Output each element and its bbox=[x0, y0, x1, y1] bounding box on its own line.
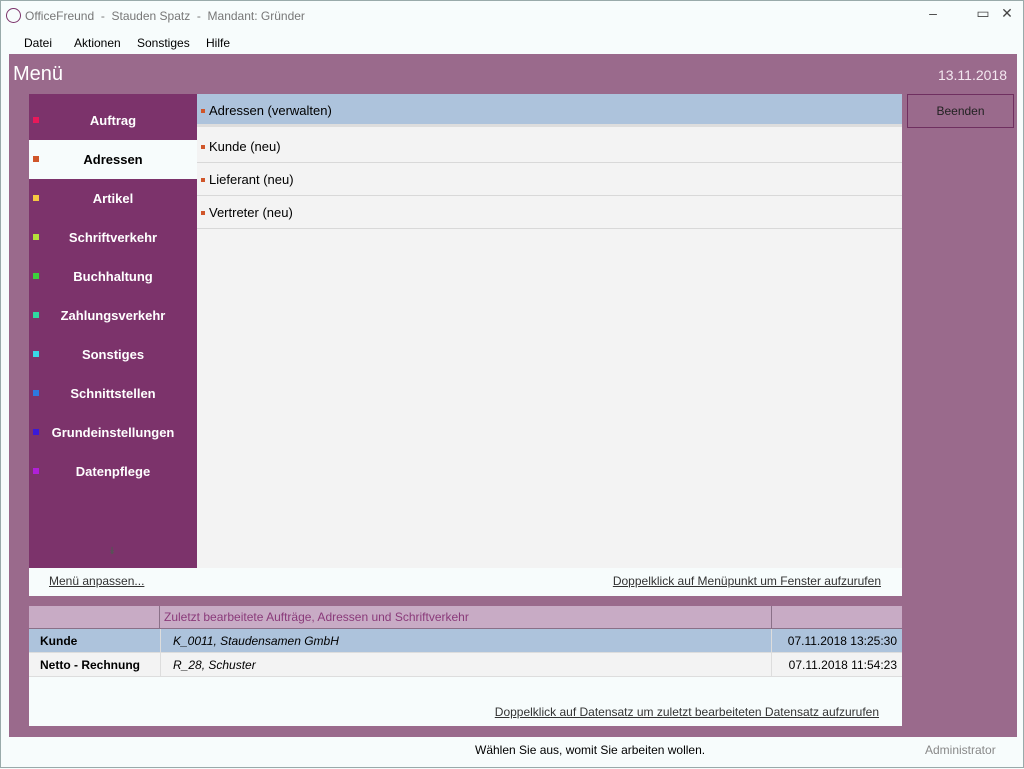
sidebar-item-label: Schriftverkehr bbox=[68, 230, 158, 245]
table-row[interactable]: Netto - Rechnung R_28, Schuster 07.11.2018… bbox=[29, 653, 902, 677]
sidebar-item-sonstiges[interactable]: Sonstiges bbox=[29, 335, 197, 374]
status-message: Wählen Sie aus, womit Sie arbeiten wolle… bbox=[475, 743, 706, 757]
sidebar-item-label: Datenpflege bbox=[75, 464, 151, 479]
sidebar-item-label: Sonstiges bbox=[81, 347, 145, 362]
submenu-list: Adressen (verwalten) Kunde (neu) Lieferant… bbox=[197, 94, 902, 568]
color-marker-icon bbox=[33, 273, 39, 279]
sidebar-item-adressen[interactable]: Adressen bbox=[29, 140, 197, 179]
color-marker-icon bbox=[33, 117, 39, 123]
submenu-item-label: Adressen (verwalten) bbox=[209, 103, 332, 118]
color-marker-icon bbox=[33, 429, 39, 435]
submenu-item[interactable]: Kunde (neu) bbox=[197, 130, 902, 163]
color-marker-icon bbox=[33, 156, 39, 162]
column-header-type bbox=[29, 606, 160, 629]
menu-aktionen[interactable]: Aktionen bbox=[74, 36, 121, 50]
maximize-button[interactable]: ▭ bbox=[973, 5, 993, 22]
cell-record: K_0011, Staudensamen GmbH bbox=[160, 629, 772, 653]
cell-time: 07.11.2018 13:25:30 bbox=[787, 634, 897, 648]
links-bar: Menü anpassen... Doppelklick auf Menüpun… bbox=[29, 568, 902, 596]
submenu-item-label: Kunde (neu) bbox=[209, 139, 281, 154]
submenu-item[interactable]: Adressen (verwalten) bbox=[197, 94, 902, 127]
sidebar-item-schriftverkehr[interactable]: Schriftverkehr bbox=[29, 218, 197, 257]
close-button[interactable]: ✕ bbox=[997, 5, 1017, 22]
bullet-icon bbox=[201, 211, 205, 215]
sidebar-item-buchhaltung[interactable]: Buchhaltung bbox=[29, 257, 197, 296]
color-marker-icon bbox=[33, 390, 39, 396]
sidebar-item-label: Artikel bbox=[92, 191, 134, 206]
submenu-item-label: Lieferant (neu) bbox=[209, 172, 294, 187]
recent-hint-link[interactable]: Doppelklick auf Datensatz um zuletzt bea… bbox=[495, 705, 879, 719]
sidebar-item-label: Auftrag bbox=[89, 113, 137, 128]
sidebar-item-schnittstellen[interactable]: Schnittstellen bbox=[29, 374, 197, 413]
sidebar-item-artikel[interactable]: Artikel bbox=[29, 179, 197, 218]
sidebar-item-zahlungsverkehr[interactable]: Zahlungsverkehr bbox=[29, 296, 197, 335]
color-marker-icon bbox=[33, 351, 39, 357]
color-marker-icon bbox=[33, 312, 39, 318]
menu-sonstiges[interactable]: Sonstiges bbox=[137, 36, 190, 50]
scroll-down-icon[interactable]: ⯯ bbox=[109, 546, 115, 557]
sidebar-item-label: Schnittstellen bbox=[70, 386, 156, 401]
sidebar-item-label: Zahlungsverkehr bbox=[60, 308, 166, 323]
table-row[interactable]: Kunde K_0011, Staudensamen GmbH 07.11.2018… bbox=[29, 629, 902, 653]
sidebar: Auftrag Adressen Artikel Schriftverkehr Buch… bbox=[29, 94, 197, 568]
cell-type: Netto - Rechnung bbox=[40, 658, 140, 672]
submenu-item[interactable]: Vertreter (neu) bbox=[197, 196, 902, 229]
sidebar-item-label: Adressen bbox=[83, 152, 143, 167]
quit-button[interactable]: Beenden bbox=[907, 94, 1014, 128]
app-logo-icon bbox=[6, 8, 21, 23]
bullet-icon bbox=[201, 145, 205, 149]
menu-hint-link[interactable]: Doppelklick auf Menüpunkt um Fenster auf… bbox=[613, 574, 881, 588]
color-marker-icon bbox=[33, 468, 39, 474]
window-title: OfficeFreund - Stauden Spatz - Mandant: … bbox=[25, 9, 305, 23]
column-header-time bbox=[772, 606, 902, 629]
minimize-button[interactable]: – bbox=[923, 5, 943, 21]
status-user: Administrator bbox=[925, 743, 996, 757]
recent-table: Zuletzt bearbeitete Aufträge, Adressen u… bbox=[29, 606, 902, 726]
color-marker-icon bbox=[33, 195, 39, 201]
status-bar: Wählen Sie aus, womit Sie arbeiten wolle… bbox=[1, 737, 1024, 769]
title-bar: OfficeFreund - Stauden Spatz - Mandant: … bbox=[1, 1, 1024, 31]
bullet-icon bbox=[201, 109, 205, 113]
color-marker-icon bbox=[33, 234, 39, 240]
submenu-item-label: Vertreter (neu) bbox=[209, 205, 293, 220]
page-title: Menü bbox=[13, 63, 64, 85]
sidebar-item-datenpflege[interactable]: Datenpflege bbox=[29, 452, 197, 491]
cell-time: 07.11.2018 11:54:23 bbox=[788, 658, 897, 672]
cell-type: Kunde bbox=[40, 634, 78, 648]
menu-hilfe[interactable]: Hilfe bbox=[206, 36, 230, 50]
column-header-record: Zuletzt bearbeitete Aufträge, Adressen u… bbox=[160, 606, 772, 629]
sidebar-item-label: Buchhaltung bbox=[73, 269, 153, 284]
customize-menu-link[interactable]: Menü anpassen... bbox=[49, 574, 144, 588]
sidebar-item-auftrag[interactable]: Auftrag bbox=[29, 101, 197, 140]
sidebar-item-label: Grundeinstellungen bbox=[51, 425, 175, 440]
sidebar-item-grundeinstellungen[interactable]: Grundeinstellungen bbox=[29, 413, 197, 452]
cell-record: R_28, Schuster bbox=[160, 653, 772, 677]
menu-datei[interactable]: Datei bbox=[24, 36, 52, 50]
current-date: 13.11.2018 bbox=[937, 67, 1007, 83]
bullet-icon bbox=[201, 178, 205, 182]
submenu-item[interactable]: Lieferant (neu) bbox=[197, 163, 902, 196]
